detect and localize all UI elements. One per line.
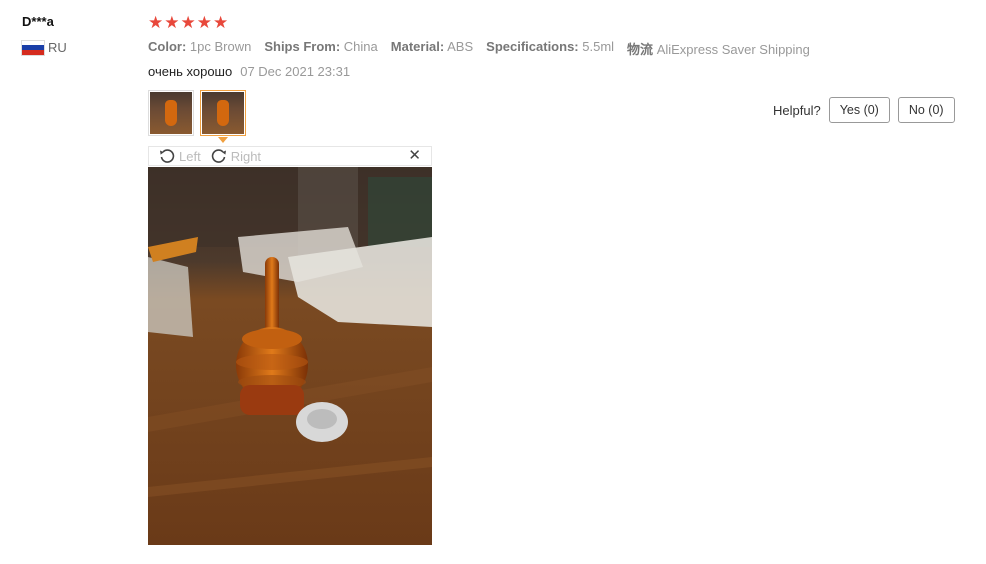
country: RU — [22, 40, 67, 55]
helpful-no-button[interactable]: No (0) — [897, 97, 955, 123]
rotate-right-button[interactable]: Right — [211, 148, 261, 164]
review-photo — [148, 167, 432, 545]
star-icon: ★ — [164, 13, 180, 32]
close-icon: ✕ — [408, 147, 421, 164]
star-icon: ★ — [196, 13, 212, 32]
star-icon: ★ — [213, 13, 229, 32]
review-line: очень хорошо 07 Dec 2021 23:31 — [148, 64, 350, 79]
username: D***a — [22, 14, 54, 29]
rotate-left-icon — [160, 149, 175, 163]
review-photo-image — [148, 167, 432, 545]
star-icon: ★ — [180, 13, 196, 32]
close-viewer-button[interactable]: ✕ — [408, 148, 421, 164]
thumbnail-selected[interactable] — [200, 90, 246, 143]
country-code: RU — [48, 40, 67, 55]
star-icon: ★ — [148, 13, 164, 32]
rotate-right-label: Right — [230, 148, 262, 164]
review-date: 07 Dec 2021 23:31 — [240, 64, 351, 79]
thumbnail-image — [202, 92, 244, 134]
helpful-section: Helpful? Yes (0) No (0) — [773, 97, 955, 123]
rotate-left-button[interactable]: Left — [159, 148, 201, 164]
review-text: очень хорошо — [148, 64, 233, 79]
attribute-ships-from: Ships From: China — [264, 39, 378, 54]
attribute-color: Color: 1pc Brown — [148, 39, 252, 54]
helpful-yes-button[interactable]: Yes (0) — [828, 97, 890, 123]
product-attributes: Color: 1pc Brown Ships From: China Mater… — [148, 39, 810, 58]
review-thumbnails — [148, 90, 246, 143]
attribute-material: Material: ABS — [390, 39, 474, 54]
rotate-left-label: Left — [179, 148, 201, 164]
thumbnail[interactable] — [148, 90, 194, 136]
rotate-right-icon — [211, 149, 226, 163]
helpful-label: Helpful? — [773, 102, 821, 118]
image-viewer-toolbar: Left Right ✕ — [148, 146, 432, 166]
attribute-specifications: Specifications: 5.5ml — [486, 39, 615, 54]
star-rating: ★ ★ ★ ★ ★ — [148, 14, 228, 31]
thumbnail-image — [150, 92, 192, 134]
attribute-logistics: 物流 AliExpress Saver Shipping — [627, 42, 810, 57]
russia-flag-icon — [22, 40, 44, 55]
